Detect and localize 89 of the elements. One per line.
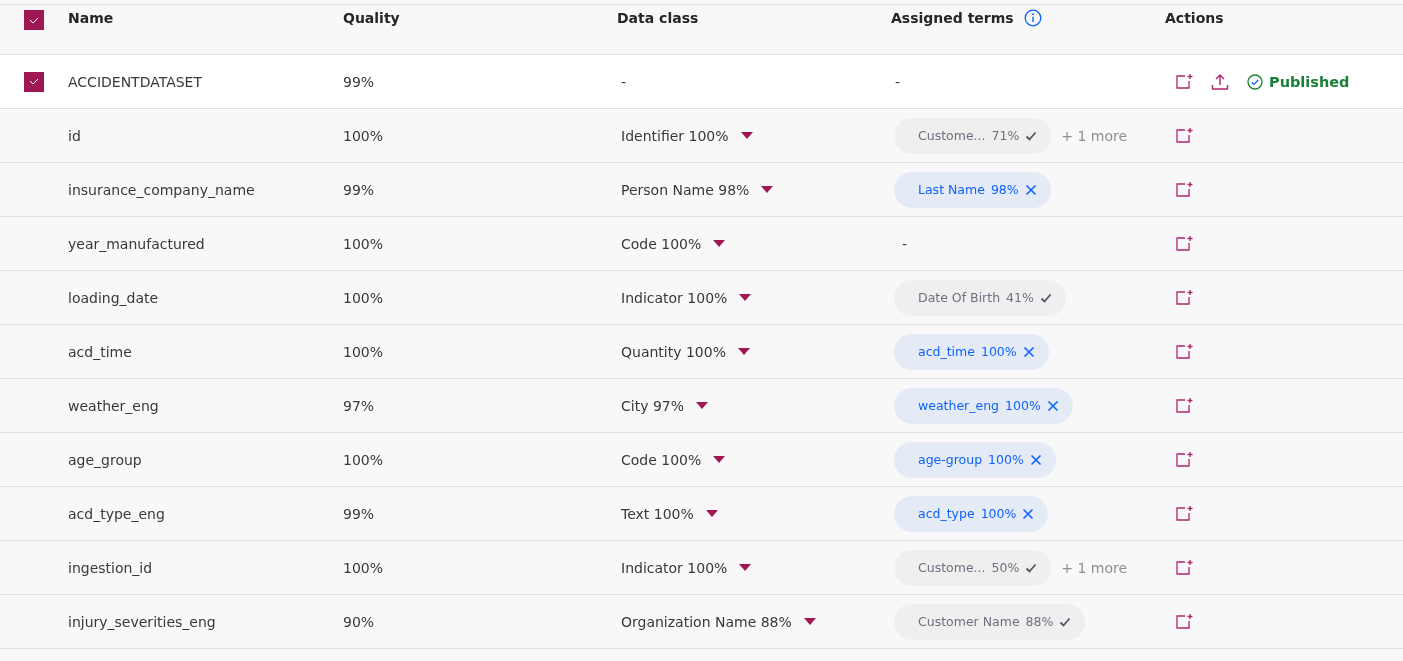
add-to-list-icon[interactable]	[1175, 396, 1193, 415]
column-name: acd_time	[68, 343, 132, 360]
quality-value: 99%	[343, 73, 375, 90]
quality-value: 100%	[343, 127, 384, 144]
caret-icon[interactable]	[739, 564, 752, 571]
quality-value: 97%	[343, 397, 375, 414]
data-class-value: Indicator 100%	[621, 559, 728, 576]
dataset-name: ACCIDENTDATASET	[68, 73, 202, 90]
data-class-value: Code 100%	[621, 235, 702, 252]
caret-icon[interactable]	[739, 294, 752, 301]
add-to-list-icon[interactable]	[1175, 72, 1193, 91]
column-header: Quality	[343, 10, 400, 26]
check-circle-icon	[1247, 73, 1263, 90]
quality-value: 99%	[343, 181, 375, 198]
quality-value: 100%	[343, 451, 384, 468]
caret-icon[interactable]	[803, 618, 816, 625]
quality-value: 100%	[343, 235, 384, 252]
caret-icon[interactable]	[696, 402, 708, 409]
caret-icon[interactable]	[705, 510, 718, 517]
column-header: Assigned terms	[891, 10, 1014, 26]
caret-icon[interactable]	[738, 348, 750, 355]
add-to-list-icon[interactable]	[1175, 504, 1193, 523]
column-name: year_manufactured	[68, 235, 205, 252]
close-icon[interactable]	[1046, 399, 1059, 412]
quality-value: 90%	[343, 613, 375, 630]
data-class-value: Indicator 100%	[621, 289, 728, 306]
add-to-list-icon[interactable]	[1175, 234, 1193, 253]
checkmark-icon	[29, 78, 39, 85]
data-class-value: Person Name 98%	[621, 181, 750, 198]
term-tag[interactable]: Customer Name 88%	[894, 603, 1086, 640]
caret-icon[interactable]	[761, 186, 774, 193]
upload-icon[interactable]	[1211, 72, 1229, 91]
assigned-terms-value: -	[901, 235, 908, 252]
column-name: loading_date	[68, 289, 159, 306]
column-name: acd_type_eng	[68, 505, 165, 522]
checkmark-icon	[29, 16, 39, 24]
add-to-list-icon[interactable]	[1175, 126, 1193, 145]
quality-value: 99%	[343, 505, 375, 522]
checkmark-icon[interactable]	[1059, 615, 1072, 628]
column-header: Actions	[1165, 10, 1224, 26]
close-icon[interactable]	[1029, 453, 1042, 466]
more-terms-link[interactable]: + 1 more	[1061, 559, 1128, 576]
column-header: Data class	[617, 10, 699, 26]
add-to-list-icon[interactable]	[1175, 450, 1193, 469]
term-tag[interactable]: acd_time 100%	[894, 333, 1049, 370]
info-icon[interactable]	[1023, 9, 1042, 27]
assigned-terms-value: -	[895, 73, 901, 90]
term-tag[interactable]: acd_type 100%	[894, 495, 1049, 532]
term-tag[interactable]: age-group 100%	[894, 441, 1056, 478]
column-name: injury_severities_eng	[68, 613, 216, 630]
checkmark-icon[interactable]	[1039, 291, 1052, 304]
add-to-list-icon[interactable]	[1175, 342, 1193, 361]
data-class-value: Organization Name 88%	[621, 613, 792, 630]
data-class-value: Identifier 100%	[621, 127, 729, 144]
term-tag[interactable]: weather_eng 100%	[894, 387, 1073, 424]
published-status: Published	[1269, 73, 1350, 90]
add-to-list-icon[interactable]	[1175, 558, 1193, 577]
caret-icon[interactable]	[713, 456, 726, 463]
close-icon[interactable]	[1024, 183, 1037, 196]
data-class-value: City 97%	[621, 397, 684, 414]
quality-value: 100%	[343, 343, 384, 360]
close-icon[interactable]	[1022, 507, 1035, 520]
data-class-value: -	[621, 73, 627, 90]
column-name: ingestion_id	[68, 559, 153, 576]
row-checkbox[interactable]	[24, 71, 44, 92]
term-tag[interactable]: Last Name 98%	[894, 171, 1051, 208]
column-name: insurance_company_name	[68, 181, 255, 198]
term-tag[interactable]: Custome... 71%	[894, 117, 1052, 154]
column-header: Name	[68, 10, 114, 26]
term-tag[interactable]: Date Of Birth 41%	[894, 279, 1066, 316]
select-all-checkbox[interactable]	[24, 10, 44, 30]
quality-value: 100%	[343, 289, 384, 306]
add-to-list-icon[interactable]	[1175, 612, 1193, 631]
checkmark-icon[interactable]	[1025, 129, 1038, 142]
term-tag[interactable]: Custome... 50%	[894, 549, 1052, 586]
data-class-value: Quantity 100%	[621, 343, 726, 360]
data-class-value: Text 100%	[621, 505, 694, 522]
data-class-value: Code 100%	[621, 451, 702, 468]
add-to-list-icon[interactable]	[1175, 288, 1193, 307]
quality-value: 100%	[343, 559, 384, 576]
close-icon[interactable]	[1022, 345, 1035, 358]
column-name: weather_eng	[68, 397, 159, 414]
column-name: id	[68, 127, 81, 144]
caret-icon[interactable]	[713, 240, 726, 247]
column-name: age_group	[68, 451, 142, 468]
more-terms-link[interactable]: + 1 more	[1061, 127, 1128, 144]
caret-icon[interactable]	[740, 132, 753, 139]
add-to-list-icon[interactable]	[1175, 180, 1193, 199]
checkmark-icon[interactable]	[1025, 561, 1038, 574]
